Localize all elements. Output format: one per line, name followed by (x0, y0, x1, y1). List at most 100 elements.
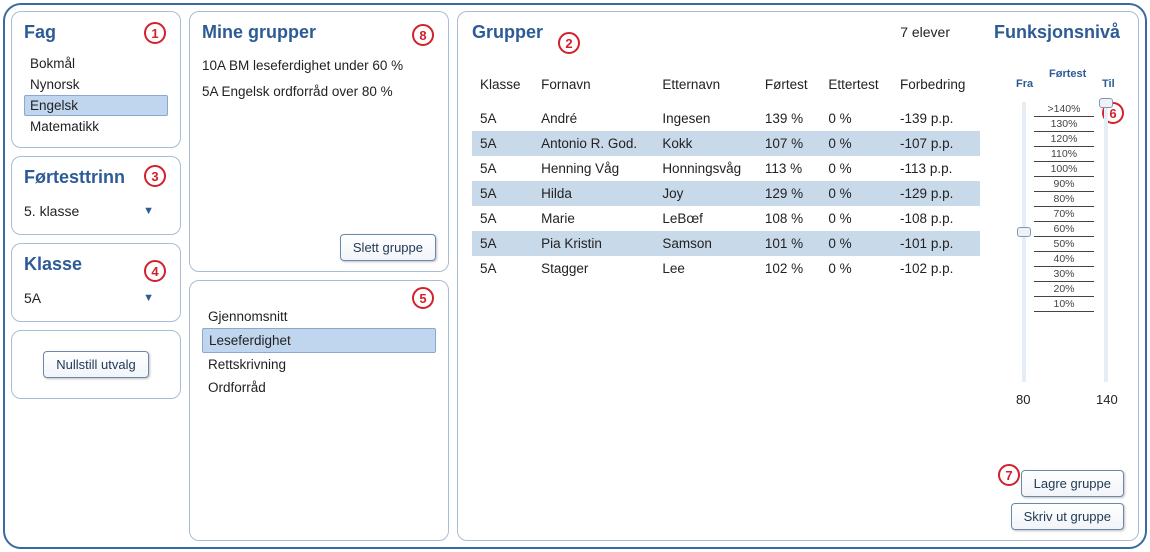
cell-etternavn: Samson (654, 231, 757, 256)
badge-3: 3 (144, 165, 166, 187)
category-list: GjennomsnittLeseferdighetRettskrivningOr… (202, 305, 436, 399)
column-header[interactable]: Klasse (472, 71, 533, 106)
klasse-dropdown[interactable]: 5A ▼ (24, 285, 154, 311)
students-table: KlasseFornavnEtternavnFørtestEttertestFo… (472, 71, 980, 281)
badge-4: 4 (144, 260, 166, 282)
cell-ettertest: 0 % (820, 181, 892, 206)
fortesttrinn-value: 5. klasse (24, 203, 79, 219)
group-item[interactable]: 10A BM leseferdighet under 60 % (202, 53, 436, 79)
column-header[interactable]: Førtest (757, 71, 821, 106)
category-item[interactable]: Gjennomsnitt (202, 305, 436, 328)
table-zone: Grupper 2 7 elever KlasseFornavnEtternav… (472, 22, 980, 528)
mine-grupper-panel: 8 Mine grupper 10A BM leseferdighet unde… (189, 11, 449, 272)
column-header[interactable]: Fornavn (533, 71, 654, 106)
action-buttons: Lagre gruppe Skriv ut gruppe (1011, 470, 1124, 530)
til-slider[interactable] (1104, 102, 1108, 382)
cell-klasse: 5A (472, 181, 533, 206)
scale-tick: 40% (1034, 252, 1094, 267)
cell-klasse: 5A (472, 231, 533, 256)
scale-tick: 120% (1034, 132, 1094, 147)
scale-tick: >140% (1034, 102, 1094, 117)
cell-ettertest: 0 % (820, 156, 892, 181)
right-column: Grupper 2 7 elever KlasseFornavnEtternav… (457, 11, 1139, 541)
fag-item[interactable]: Engelsk (24, 95, 168, 116)
table-row[interactable]: 5AHildaJoy129 %0 %-129 p.p. (472, 181, 980, 206)
funksjon-panel: Funksjonsnivå Fra Førtest Til 6 >140%130… (994, 22, 1124, 528)
category-item[interactable]: Leseferdighet (202, 328, 436, 353)
klasse-value: 5A (24, 290, 41, 306)
badge-2: 2 (558, 32, 580, 54)
cell-fortest: 102 % (757, 256, 821, 281)
group-item[interactable]: 5A Engelsk ordforråd over 80 % (202, 79, 436, 105)
cell-ettertest: 0 % (820, 106, 892, 131)
table-row[interactable]: 5AHenning VågHonningsvåg113 %0 %-113 p.p… (472, 156, 980, 181)
cell-etternavn: Joy (654, 181, 757, 206)
fag-item[interactable]: Nynorsk (24, 74, 168, 95)
scale-tick: 130% (1034, 117, 1094, 132)
scale-tick: 60% (1034, 222, 1094, 237)
print-group-button[interactable]: Skriv ut gruppe (1011, 503, 1124, 530)
fra-slider[interactable] (1022, 102, 1026, 382)
cell-fortest: 101 % (757, 231, 821, 256)
column-header[interactable]: Ettertest (820, 71, 892, 106)
cell-ettertest: 0 % (820, 206, 892, 231)
cell-etternavn: Lee (654, 256, 757, 281)
category-panel: 5 GjennomsnittLeseferdighetRettskrivning… (189, 280, 449, 541)
cell-fornavn: André (533, 106, 654, 131)
grupper-title: Grupper (472, 22, 543, 43)
cell-ettertest: 0 % (820, 131, 892, 156)
cell-fornavn: Hilda (533, 181, 654, 206)
column-header[interactable]: Etternavn (654, 71, 757, 106)
cell-fornavn: Henning Våg (533, 156, 654, 181)
reset-panel: Nullstill utvalg (11, 330, 181, 399)
fortesttrinn-panel: 3 Førtesttrinn 5. klasse ▼ (11, 156, 181, 235)
funksjon-title: Funksjonsnivå (994, 22, 1124, 43)
fortest-label: Førtest (1049, 68, 1086, 80)
cell-klasse: 5A (472, 156, 533, 181)
cell-klasse: 5A (472, 206, 533, 231)
cell-forbedring: -102 p.p. (892, 256, 980, 281)
table-row[interactable]: 5AMarieLeBœf108 %0 %-108 p.p. (472, 206, 980, 231)
cell-forbedring: -101 p.p. (892, 231, 980, 256)
scale-tick: 30% (1034, 267, 1094, 282)
category-item[interactable]: Rettskrivning (202, 353, 436, 376)
cell-forbedring: -113 p.p. (892, 156, 980, 181)
fra-label: Fra (1016, 78, 1033, 90)
scale-tick: 10% (1034, 297, 1094, 312)
cell-etternavn: Ingesen (654, 106, 757, 131)
range-min: 80 (1016, 392, 1030, 407)
til-label: Til (1102, 78, 1115, 90)
left-column: 1 Fag BokmålNynorskEngelskMatematikk 3 F… (11, 11, 181, 541)
reset-button[interactable]: Nullstill utvalg (43, 351, 148, 378)
fra-thumb[interactable] (1017, 227, 1031, 237)
table-row[interactable]: 5AStaggerLee102 %0 %-102 p.p. (472, 256, 980, 281)
scale-tick: 20% (1034, 282, 1094, 297)
delete-group-button[interactable]: Slett gruppe (340, 234, 436, 261)
til-thumb[interactable] (1099, 98, 1113, 108)
grupper-panel: Grupper 2 7 elever KlasseFornavnEtternav… (457, 11, 1139, 541)
cell-fornavn: Antonio R. God. (533, 131, 654, 156)
badge-8: 8 (412, 24, 434, 46)
column-header[interactable]: Forbedring (892, 71, 980, 106)
scale-tick: 100% (1034, 162, 1094, 177)
fortesttrinn-dropdown[interactable]: 5. klasse ▼ (24, 198, 154, 224)
cell-etternavn: Honningsvåg (654, 156, 757, 181)
cell-fortest: 113 % (757, 156, 821, 181)
table-row[interactable]: 5APia KristinSamson101 %0 %-101 p.p. (472, 231, 980, 256)
fag-item[interactable]: Bokmål (24, 53, 168, 74)
table-row[interactable]: 5AAndréIngesen139 %0 %-139 p.p. (472, 106, 980, 131)
badge-1: 1 (144, 22, 166, 44)
badge-5: 5 (412, 287, 434, 309)
scale-tick: 110% (1034, 147, 1094, 162)
save-group-button[interactable]: Lagre gruppe (1021, 470, 1124, 497)
range-max: 140 (1096, 392, 1118, 407)
cell-fortest: 108 % (757, 206, 821, 231)
app-frame: 1 Fag BokmålNynorskEngelskMatematikk 3 F… (3, 3, 1147, 549)
cell-ettertest: 0 % (820, 256, 892, 281)
table-row[interactable]: 5AAntonio R. God.Kokk107 %0 %-107 p.p. (472, 131, 980, 156)
fag-item[interactable]: Matematikk (24, 116, 168, 137)
cell-ettertest: 0 % (820, 231, 892, 256)
cell-fortest: 139 % (757, 106, 821, 131)
category-item[interactable]: Ordforråd (202, 376, 436, 399)
scale-tick: 50% (1034, 237, 1094, 252)
